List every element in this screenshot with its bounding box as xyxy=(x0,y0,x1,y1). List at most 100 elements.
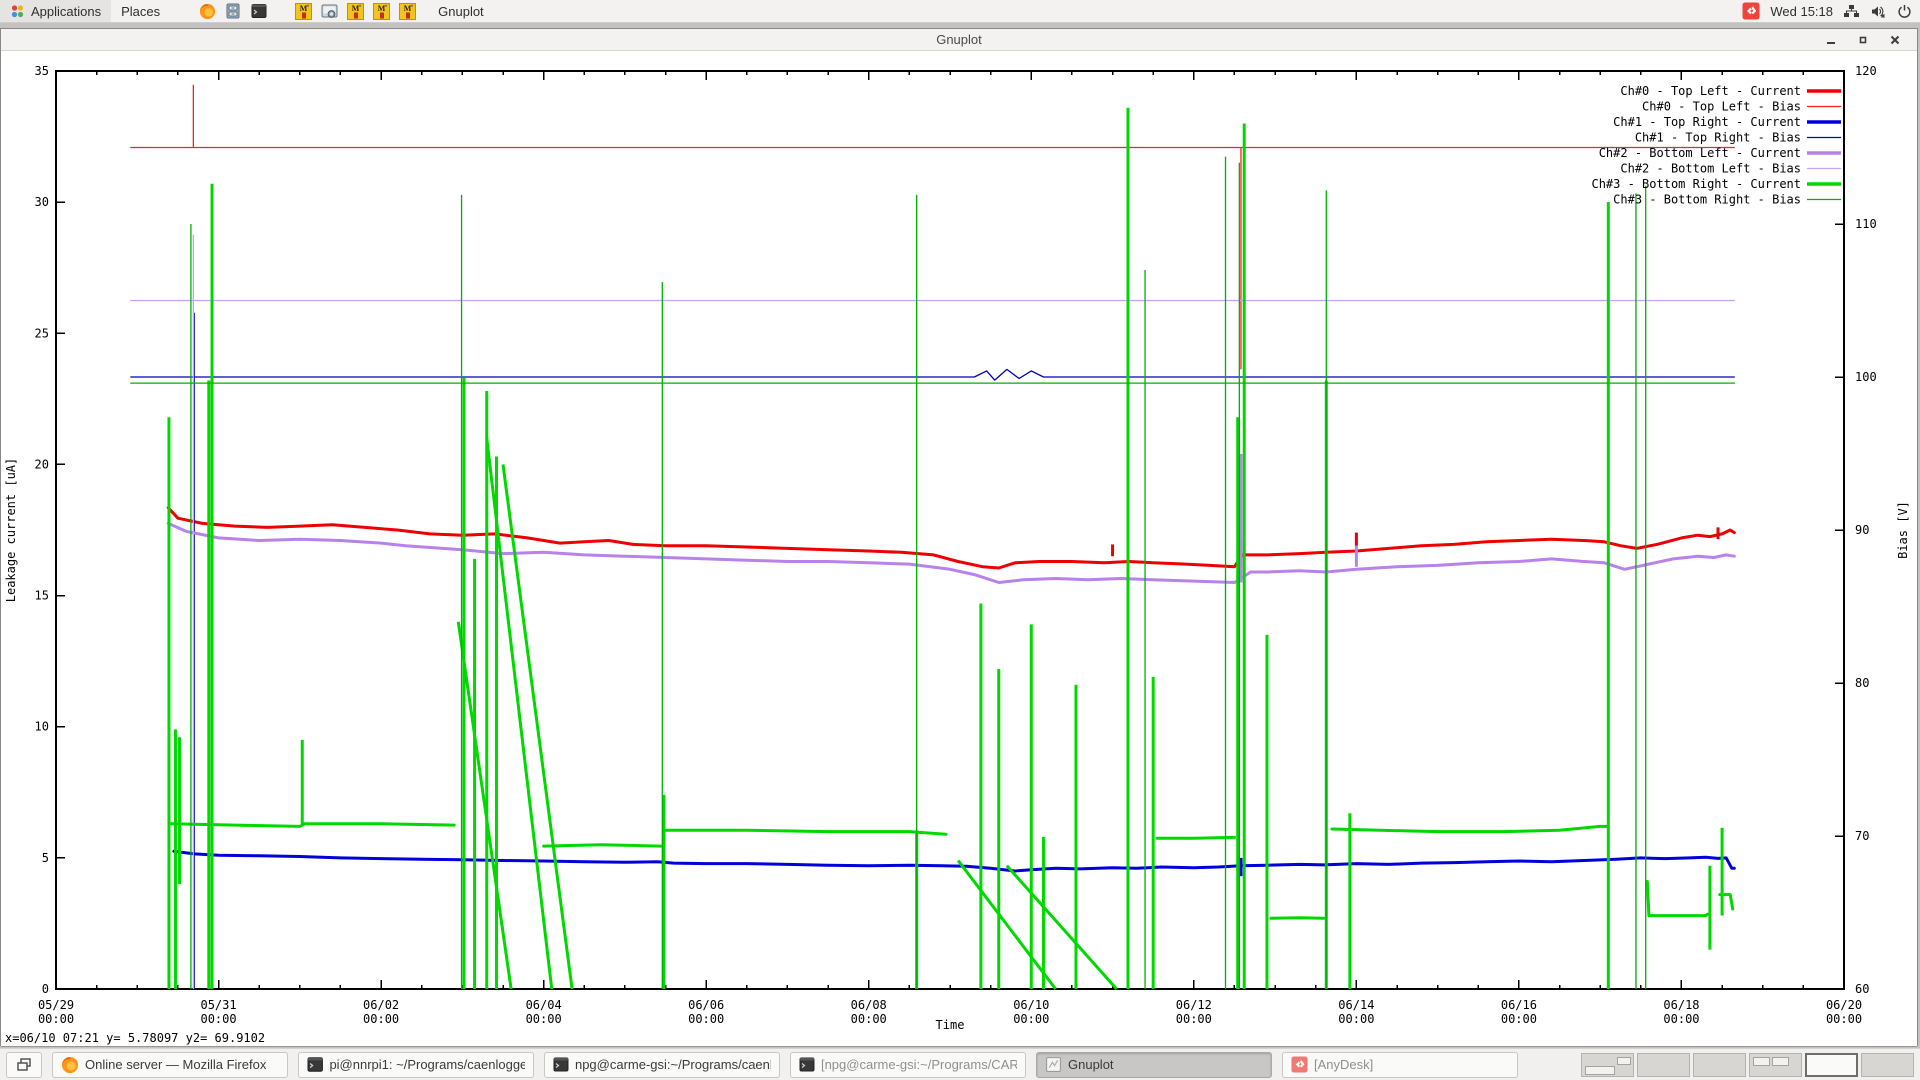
svg-text:06/16: 06/16 xyxy=(1501,998,1537,1012)
svg-text:20: 20 xyxy=(35,457,49,471)
chart-area: 05/2900:0005/3100:0006/0200:0006/0400:00… xyxy=(1,51,1917,1031)
workspace-window-thumbnail xyxy=(1753,1057,1770,1066)
svg-text:Ch#2 - Bottom Left - Current: Ch#2 - Bottom Left - Current xyxy=(1599,146,1801,160)
midas-launcher-2[interactable]: M xyxy=(344,0,366,22)
svg-text:00:00: 00:00 xyxy=(1013,1012,1049,1026)
svg-text:Ch#1 - Top Right - Bias: Ch#1 - Top Right - Bias xyxy=(1635,131,1801,145)
firefox-launcher[interactable] xyxy=(196,0,218,22)
panel-clock[interactable]: Wed 15:18 xyxy=(1770,4,1833,19)
volume-muted-tray-icon[interactable] xyxy=(1870,4,1887,19)
close-button[interactable] xyxy=(1887,32,1903,48)
applications-menu[interactable]: Applications xyxy=(0,0,111,22)
workspace-2[interactable] xyxy=(1637,1053,1690,1077)
midas-launcher-4[interactable]: M xyxy=(396,0,418,22)
workspace-window-thumbnail xyxy=(1772,1057,1789,1066)
workspace-4[interactable] xyxy=(1749,1053,1802,1077)
screenshot-icon xyxy=(321,3,338,20)
anydesk-tray-icon[interactable] xyxy=(1742,2,1760,20)
svg-text:80: 80 xyxy=(1855,676,1869,690)
svg-text:00:00: 00:00 xyxy=(363,1012,399,1026)
svg-text:00:00: 00:00 xyxy=(1501,1012,1537,1026)
taskbar-button-label: pi@nnrpi1: ~/Programs/caenlogger xyxy=(329,1057,525,1072)
svg-text:Ch#3 - Bottom Right - Current: Ch#3 - Bottom Right - Current xyxy=(1591,177,1801,191)
taskbar-button-gnuplot[interactable]: Gnuplot xyxy=(1036,1052,1272,1078)
midas-icon: M xyxy=(347,3,364,20)
applications-menu-label: Applications xyxy=(31,4,101,19)
taskbar-button-label: [AnyDesk] xyxy=(1314,1057,1373,1072)
svg-text:M: M xyxy=(403,4,411,13)
file-manager-launcher[interactable] xyxy=(222,0,244,22)
svg-text:06/20: 06/20 xyxy=(1826,998,1862,1012)
midas-icon: M xyxy=(295,3,312,20)
svg-text:00:00: 00:00 xyxy=(688,1012,724,1026)
svg-text:00:00: 00:00 xyxy=(38,1012,74,1026)
taskbar-button-firefox[interactable]: Online server — Mozilla Firefox xyxy=(52,1052,288,1078)
svg-text:Time: Time xyxy=(936,1018,965,1031)
workspace-6[interactable] xyxy=(1861,1053,1914,1077)
workspace-3[interactable] xyxy=(1693,1053,1746,1077)
svg-text:00:00: 00:00 xyxy=(1176,1012,1212,1026)
svg-text:06/04: 06/04 xyxy=(526,998,562,1012)
terminal-icon xyxy=(251,3,267,19)
distro-menu-icon xyxy=(10,4,25,19)
svg-text:00:00: 00:00 xyxy=(526,1012,562,1026)
workspace-switcher xyxy=(1581,1053,1914,1077)
top-panel: Applications Places M xyxy=(0,0,1920,23)
taskbar-button-label: Online server — Mozilla Firefox xyxy=(85,1057,266,1072)
minimize-button[interactable] xyxy=(1823,32,1839,48)
taskbar-button-terminal-npg[interactable]: npg@carme-gsi:~/Programs/caenl... xyxy=(544,1052,780,1078)
power-tray-icon[interactable] xyxy=(1897,4,1912,19)
svg-text:06/14: 06/14 xyxy=(1338,998,1374,1012)
svg-text:M: M xyxy=(351,4,359,13)
svg-text:M: M xyxy=(299,4,307,13)
svg-text:00:00: 00:00 xyxy=(1663,1012,1699,1026)
midas-launcher-1[interactable]: M xyxy=(292,0,314,22)
workspace-1[interactable] xyxy=(1581,1053,1634,1077)
window-titlebar[interactable]: Gnuplot xyxy=(1,29,1917,51)
svg-text:00:00: 00:00 xyxy=(1338,1012,1374,1026)
svg-text:Ch#3 - Bottom Right - Bias: Ch#3 - Bottom Right - Bias xyxy=(1613,193,1801,207)
terminal-icon xyxy=(307,1056,323,1073)
firefox-icon xyxy=(199,3,216,20)
midas-icon: M xyxy=(373,3,390,20)
taskbar-button-label: npg@carme-gsi:~/Programs/caenl... xyxy=(575,1057,771,1072)
terminal-launcher[interactable] xyxy=(248,0,270,22)
svg-text:05/29: 05/29 xyxy=(38,998,74,1012)
taskbar: Online server — Mozilla Firefox pi@nnrpi… xyxy=(0,1048,1920,1080)
svg-text:06/02: 06/02 xyxy=(363,998,399,1012)
svg-text:00:00: 00:00 xyxy=(851,1012,887,1026)
midas-icon: M xyxy=(399,3,416,20)
window-title: Gnuplot xyxy=(936,32,982,47)
svg-text:10: 10 xyxy=(35,720,49,734)
svg-text:06/10: 06/10 xyxy=(1013,998,1049,1012)
svg-text:100: 100 xyxy=(1855,370,1877,384)
svg-text:06/06: 06/06 xyxy=(688,998,724,1012)
svg-text:00:00: 00:00 xyxy=(1826,1012,1862,1026)
network-tray-icon[interactable] xyxy=(1843,4,1860,19)
workspace-5[interactable] xyxy=(1805,1053,1858,1077)
terminal-icon xyxy=(799,1056,815,1073)
gnuplot-canvas[interactable]: 05/2900:0005/3100:0006/0200:0006/0400:00… xyxy=(1,51,1917,1031)
taskbar-button-terminal-npg-minimized[interactable]: [npg@carme-gsi:~/Programs/CAR... xyxy=(790,1052,1026,1078)
panel-active-app-label[interactable]: Gnuplot xyxy=(438,4,484,19)
taskbar-button-terminal-pi[interactable]: pi@nnrpi1: ~/Programs/caenlogger xyxy=(298,1052,534,1078)
places-menu[interactable]: Places xyxy=(111,0,170,22)
svg-text:00:00: 00:00 xyxy=(200,1012,236,1026)
svg-text:70: 70 xyxy=(1855,829,1869,843)
maximize-button[interactable] xyxy=(1855,32,1871,48)
svg-text:06/18: 06/18 xyxy=(1663,998,1699,1012)
workspace-window-thumbnail xyxy=(1617,1057,1631,1065)
gnuplot-window: Gnuplot 05/2900:0005/3100:0006/0200:0006… xyxy=(0,28,1918,1046)
svg-text:35: 35 xyxy=(35,64,49,78)
show-desktop-button[interactable] xyxy=(6,1052,42,1078)
svg-text:M: M xyxy=(377,4,385,13)
svg-text:0: 0 xyxy=(42,982,49,996)
taskbar-button-label: [npg@carme-gsi:~/Programs/CAR... xyxy=(821,1057,1017,1072)
svg-text:05/31: 05/31 xyxy=(200,998,236,1012)
screenshot-tool-launcher[interactable] xyxy=(318,0,340,22)
firefox-icon xyxy=(61,1056,79,1074)
taskbar-button-anydesk[interactable]: [AnyDesk] xyxy=(1282,1052,1518,1078)
svg-text:06/08: 06/08 xyxy=(851,998,887,1012)
workspace-window-thumbnail xyxy=(1585,1066,1615,1075)
midas-launcher-3[interactable]: M xyxy=(370,0,392,22)
